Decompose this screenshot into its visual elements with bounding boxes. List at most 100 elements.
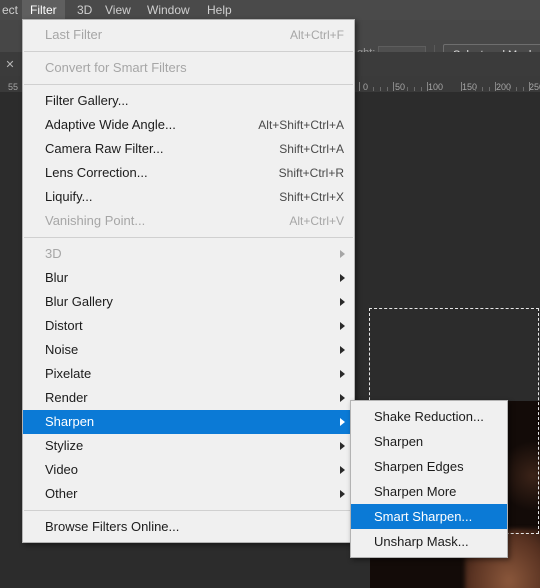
menu-item-label: Browse Filters Online... xyxy=(45,519,180,534)
ruler-tick xyxy=(509,87,510,91)
filter-menu-item-distort[interactable]: Distort xyxy=(23,314,354,338)
chevron-right-icon xyxy=(340,442,345,450)
menu-item-label: 3D xyxy=(45,246,62,261)
ruler-tick xyxy=(421,87,422,91)
filter-menu-item-3d: 3D xyxy=(23,242,354,266)
menu-item-label: Noise xyxy=(45,342,79,357)
filter-menu-item-other[interactable]: Other xyxy=(23,482,354,506)
sharpen-submenu[interactable]: Shake Reduction... Sharpen Sharpen Edges Sh… xyxy=(350,400,508,558)
filter-menu-item-last-filter: Last Filter Alt+Ctrl+F xyxy=(23,23,354,47)
menu-item-label: Other xyxy=(45,486,78,501)
menu-item-label: Render xyxy=(45,390,88,405)
chevron-right-icon xyxy=(340,490,345,498)
menu-separator xyxy=(24,51,353,52)
ruler-label-0: 0 xyxy=(363,82,369,92)
ruler-tick xyxy=(414,87,415,91)
menu-bar: ect Filter 3D View Window Help xyxy=(0,0,540,20)
ruler-tick xyxy=(495,82,496,91)
menu-item-shortcut: Alt+Ctrl+F xyxy=(289,28,344,42)
menu-item-label: Convert for Smart Filters xyxy=(45,60,187,75)
menu-item-label: Last Filter xyxy=(45,27,103,42)
filter-menu-item-pixelate[interactable]: Pixelate xyxy=(23,362,354,386)
ruler-tick xyxy=(475,87,476,91)
photoshop-window: ect Filter 3D View Window Help ght: Sele… xyxy=(0,0,540,588)
ruler-tick xyxy=(523,87,524,91)
menu-separator xyxy=(24,510,353,511)
menu-item-shortcut: Shift+Ctrl+A xyxy=(279,142,344,156)
menu-separator xyxy=(24,237,353,238)
filter-menu-item-liquify[interactable]: Liquify... Shift+Ctrl+X xyxy=(23,185,354,209)
menu-item-shortcut: Alt+Shift+Ctrl+A xyxy=(258,118,344,132)
filter-dropdown-menu[interactable]: Last Filter Alt+Ctrl+F Convert for Smart F… xyxy=(22,19,355,543)
sharpen-menu-item-shake-reduction[interactable]: Shake Reduction... xyxy=(351,404,507,429)
menu-item-label: Sharpen xyxy=(45,414,95,429)
chevron-right-icon xyxy=(340,394,345,402)
filter-menu-item-video[interactable]: Video xyxy=(23,458,354,482)
chevron-right-icon xyxy=(340,370,345,378)
filter-menu-item-vanishing-point: Vanishing Point... Alt+Ctrl+V xyxy=(23,209,354,233)
menu-item-label: Adaptive Wide Angle... xyxy=(45,117,176,132)
filter-menu-item-sharpen[interactable]: Sharpen xyxy=(23,410,354,434)
chevron-right-icon xyxy=(340,298,345,306)
chevron-right-icon xyxy=(340,346,345,354)
ruler-tick xyxy=(387,87,388,91)
menu-item-label: Sharpen More xyxy=(374,484,457,499)
menu-item-label: Shake Reduction... xyxy=(374,409,484,424)
ruler-tick xyxy=(407,87,408,91)
menubar-item-3d[interactable]: 3D xyxy=(69,0,100,20)
menu-item-label: Lens Correction... xyxy=(45,165,148,180)
menu-item-label: Video xyxy=(45,462,79,477)
menubar-item-help[interactable]: Help xyxy=(199,0,240,20)
chevron-right-icon xyxy=(340,418,345,426)
menu-item-label: Unsharp Mask... xyxy=(374,534,469,549)
sharpen-menu-item-sharpen[interactable]: Sharpen xyxy=(351,429,507,454)
filter-menu-item-browse-filters-online[interactable]: Browse Filters Online... xyxy=(23,515,354,539)
filter-menu-item-filter-gallery[interactable]: Filter Gallery... xyxy=(23,89,354,113)
menu-item-label: Sharpen xyxy=(374,434,424,449)
menu-separator xyxy=(24,84,353,85)
menubar-item-view[interactable]: View xyxy=(97,0,139,20)
chevron-right-icon xyxy=(340,466,345,474)
ruler-tick xyxy=(393,82,394,91)
ruler-tick xyxy=(427,82,428,91)
menu-item-label: Blur Gallery xyxy=(45,294,113,309)
menu-item-shortcut: Shift+Ctrl+X xyxy=(279,190,344,204)
filter-menu-item-blur[interactable]: Blur xyxy=(23,266,354,290)
close-icon[interactable]: ✕ xyxy=(4,59,16,71)
ruler-label-250: 250 xyxy=(529,82,540,92)
filter-menu-item-render[interactable]: Render xyxy=(23,386,354,410)
filter-menu-item-noise[interactable]: Noise xyxy=(23,338,354,362)
filter-menu-item-camera-raw-filter[interactable]: Camera Raw Filter... Shift+Ctrl+A xyxy=(23,137,354,161)
menu-item-label: Pixelate xyxy=(45,366,92,381)
sharpen-menu-item-unsharp-mask[interactable]: Unsharp Mask... xyxy=(351,529,507,554)
filter-menu-item-adaptive-wide-angle[interactable]: Adaptive Wide Angle... Alt+Shift+Ctrl+A xyxy=(23,113,354,137)
menubar-item-window[interactable]: Window xyxy=(139,0,198,20)
ruler-label-50: 50 xyxy=(395,82,406,92)
menu-item-label: Blur xyxy=(45,270,69,285)
filter-menu-item-stylize[interactable]: Stylize xyxy=(23,434,354,458)
filter-menu-item-lens-correction[interactable]: Lens Correction... Shift+Ctrl+R xyxy=(23,161,354,185)
menubar-item-filter[interactable]: Filter xyxy=(22,0,65,20)
ruler-tick xyxy=(529,82,530,91)
sharpen-menu-item-smart-sharpen[interactable]: Smart Sharpen... xyxy=(351,504,507,529)
ruler-label-55: 55 xyxy=(8,82,19,92)
menu-item-label: Stylize xyxy=(45,438,84,453)
menu-item-label: Distort xyxy=(45,318,83,333)
chevron-right-icon xyxy=(340,250,345,258)
sharpen-menu-item-sharpen-more[interactable]: Sharpen More xyxy=(351,479,507,504)
ruler-tick xyxy=(373,87,374,91)
menu-item-shortcut: Shift+Ctrl+R xyxy=(278,166,344,180)
menu-item-label: Vanishing Point... xyxy=(45,213,146,228)
ruler-tick xyxy=(489,87,490,91)
filter-menu-item-blur-gallery[interactable]: Blur Gallery xyxy=(23,290,354,314)
menu-item-label: Liquify... xyxy=(45,189,93,204)
ruler-tick xyxy=(482,87,483,91)
ruler-tick xyxy=(516,87,517,91)
chevron-right-icon xyxy=(340,274,345,282)
chevron-right-icon xyxy=(340,322,345,330)
filter-menu-item-convert-for-smart-filters: Convert for Smart Filters xyxy=(23,56,354,80)
ruler-tick xyxy=(461,82,462,91)
sharpen-menu-item-sharpen-edges[interactable]: Sharpen Edges xyxy=(351,454,507,479)
menu-item-label: Sharpen Edges xyxy=(374,459,464,474)
ruler-tick xyxy=(359,82,360,91)
